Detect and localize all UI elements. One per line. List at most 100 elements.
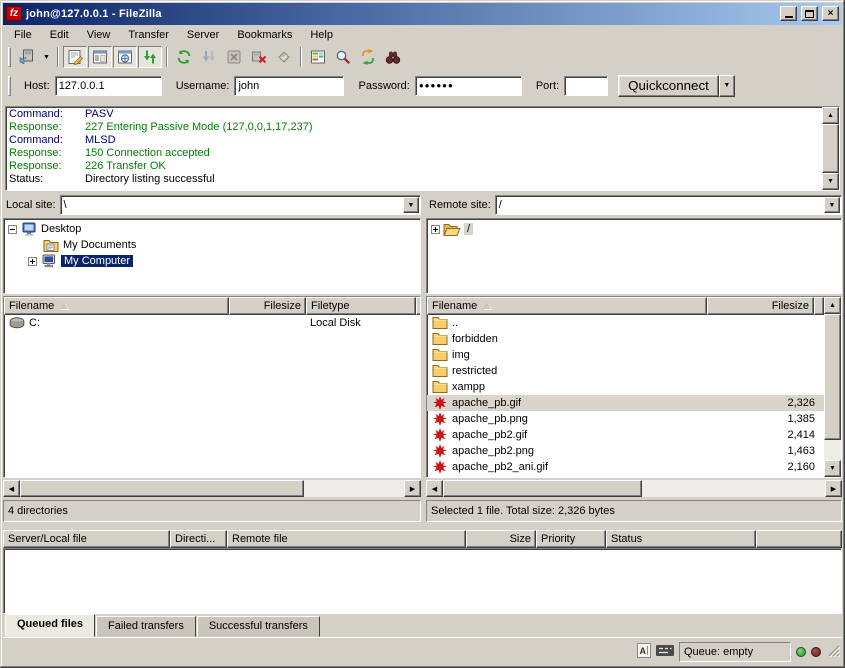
file-row-forbidden[interactable]: forbidden bbox=[427, 331, 824, 347]
menu-file[interactable]: File bbox=[5, 27, 41, 43]
chevron-down-icon[interactable]: ▼ bbox=[824, 197, 840, 213]
host-input[interactable] bbox=[55, 76, 162, 96]
scroll-up-icon[interactable]: ▲ bbox=[824, 297, 841, 314]
column-header-status[interactable]: Status bbox=[606, 530, 756, 549]
scroll-left-icon[interactable]: ◀ bbox=[426, 480, 443, 497]
quickconnect-dropdown-button[interactable]: ▼ bbox=[719, 75, 735, 97]
disconnect-button[interactable] bbox=[247, 46, 271, 68]
chevron-down-icon[interactable]: ▼ bbox=[403, 197, 419, 213]
filter-button[interactable] bbox=[381, 46, 405, 68]
log-line-type: Status: bbox=[9, 173, 85, 186]
scroll-down-icon[interactable]: ▼ bbox=[822, 173, 839, 190]
column-header-directi-[interactable]: Directi... bbox=[170, 530, 227, 549]
menu-edit[interactable]: Edit bbox=[41, 27, 78, 43]
data-type-indicator-icon[interactable]: A bbox=[637, 643, 651, 661]
expand-icon[interactable] bbox=[28, 257, 37, 266]
file-row-apache-pb-png[interactable]: apache_pb.png1,385 bbox=[427, 411, 824, 427]
scroll-right-icon[interactable]: ▶ bbox=[404, 480, 421, 497]
column-header-filename[interactable]: Filename bbox=[4, 297, 229, 315]
scrollbar-thumb[interactable] bbox=[822, 124, 839, 173]
menu-view[interactable]: View bbox=[78, 27, 120, 43]
file-row-apache-pb2-gif[interactable]: apache_pb2.gif2,414 bbox=[427, 427, 824, 443]
remote-site-label: Remote site: bbox=[429, 199, 491, 211]
file-row-c-[interactable]: C:Local Disk bbox=[4, 315, 420, 331]
file-name: apache_pb2.png bbox=[452, 445, 534, 457]
toggle-message-log-button[interactable] bbox=[63, 46, 87, 68]
file-row--[interactable]: .. bbox=[427, 315, 824, 331]
scroll-down-icon[interactable]: ▼ bbox=[824, 460, 841, 477]
title-bar[interactable]: fz john@127.0.0.1 - FileZilla × bbox=[3, 3, 842, 25]
tree-item-my-computer[interactable]: My Computer bbox=[4, 253, 420, 269]
scroll-up-icon[interactable]: ▲ bbox=[822, 107, 839, 124]
directory-comparison-button[interactable] bbox=[306, 46, 330, 68]
column-header-server-local-file[interactable]: Server/Local file bbox=[3, 530, 170, 549]
remote-vertical-scrollbar[interactable]: ▲ ▼ bbox=[824, 297, 841, 477]
toolbar-grip[interactable] bbox=[8, 47, 11, 67]
tab-successful-transfers[interactable]: Successful transfers bbox=[197, 616, 320, 637]
site-manager-button-dropdown[interactable]: ▼ bbox=[40, 46, 53, 68]
abort-button[interactable] bbox=[272, 46, 296, 68]
log-line-type: Response: bbox=[9, 160, 85, 173]
log-scrollbar[interactable]: ▲ ▼ bbox=[822, 107, 839, 190]
tab-failed-transfers[interactable]: Failed transfers bbox=[96, 616, 196, 637]
file-row-restricted[interactable]: restricted bbox=[427, 363, 824, 379]
username-input[interactable] bbox=[234, 76, 344, 96]
file-row-apache-pb2-ani-gif[interactable]: apache_pb2_ani.gif2,160 bbox=[427, 459, 824, 475]
menu-help[interactable]: Help bbox=[301, 27, 342, 43]
column-header-filesize[interactable]: Filesize bbox=[229, 297, 306, 315]
minimize-icon bbox=[785, 16, 793, 18]
column-header-filesize[interactable]: Filesize bbox=[707, 297, 814, 315]
tree-item-my-documents[interactable]: My Documents bbox=[4, 237, 420, 253]
scroll-left-icon[interactable]: ◀ bbox=[3, 480, 20, 497]
file-row-apache-pb2-png[interactable]: apache_pb2.png1,463 bbox=[427, 443, 824, 459]
toolbar-grip[interactable] bbox=[8, 76, 11, 96]
transfer-queue-list[interactable] bbox=[3, 548, 842, 613]
refresh-button[interactable] bbox=[172, 46, 196, 68]
scrollbar-thumb[interactable] bbox=[443, 480, 642, 497]
column-header-size[interactable]: Size bbox=[466, 530, 536, 549]
column-header-priority[interactable]: Priority bbox=[536, 530, 606, 549]
column-header-blank[interactable] bbox=[814, 297, 824, 315]
process-queue-button[interactable] bbox=[197, 46, 221, 68]
folder-icon bbox=[431, 380, 449, 393]
tree-item--[interactable]: / bbox=[427, 221, 841, 237]
expand-icon[interactable] bbox=[431, 225, 440, 234]
menu-bar: FileEditViewTransferServerBookmarksHelp bbox=[3, 25, 842, 45]
scrollbar-thumb[interactable] bbox=[824, 314, 841, 440]
toggle-queue-button[interactable] bbox=[138, 46, 162, 68]
remote-site-combo[interactable]: / ▼ bbox=[495, 195, 842, 215]
resize-grip[interactable] bbox=[826, 643, 840, 660]
scroll-right-icon[interactable]: ▶ bbox=[825, 480, 842, 497]
column-header-filename[interactable]: Filename bbox=[427, 297, 707, 315]
open-folder-icon bbox=[443, 223, 461, 236]
minimize-button[interactable] bbox=[780, 6, 797, 21]
toggle-local-tree-button[interactable] bbox=[88, 46, 112, 68]
file-row-img[interactable]: img bbox=[427, 347, 824, 363]
column-header-filetype[interactable]: Filetype bbox=[306, 297, 416, 315]
maximize-button[interactable] bbox=[801, 6, 818, 21]
port-input[interactable] bbox=[564, 76, 608, 96]
collapse-icon[interactable] bbox=[8, 225, 17, 234]
close-button[interactable]: × bbox=[822, 6, 839, 21]
remote-horizontal-scrollbar[interactable]: ◀ ▶ bbox=[426, 480, 842, 497]
quickconnect-button[interactable]: Quickconnect bbox=[618, 75, 719, 97]
menu-server[interactable]: Server bbox=[178, 27, 228, 43]
cancel-operation-button[interactable] bbox=[222, 46, 246, 68]
column-header-remote-file[interactable]: Remote file bbox=[227, 530, 466, 549]
column-header-blank[interactable] bbox=[756, 530, 842, 549]
site-manager-button[interactable] bbox=[15, 46, 39, 68]
menu-transfer[interactable]: Transfer bbox=[119, 27, 178, 43]
menu-bookmarks[interactable]: Bookmarks bbox=[228, 27, 301, 43]
local-horizontal-scrollbar[interactable]: ◀ ▶ bbox=[3, 480, 421, 497]
synchronized-browsing-button[interactable] bbox=[356, 46, 380, 68]
scrollbar-thumb[interactable] bbox=[20, 480, 304, 497]
password-input[interactable] bbox=[415, 76, 522, 96]
toggle-remote-tree-button[interactable] bbox=[113, 46, 137, 68]
tab-queued-files[interactable]: Queued files bbox=[5, 614, 95, 637]
speed-limits-icon[interactable] bbox=[656, 645, 674, 659]
local-site-combo[interactable]: \ ▼ bbox=[60, 195, 421, 215]
tree-item-desktop[interactable]: Desktop bbox=[4, 221, 420, 237]
file-row-xampp[interactable]: xampp bbox=[427, 379, 824, 395]
find-files-button[interactable] bbox=[331, 46, 355, 68]
file-row-apache-pb-gif[interactable]: apache_pb.gif2,326 bbox=[427, 395, 824, 411]
